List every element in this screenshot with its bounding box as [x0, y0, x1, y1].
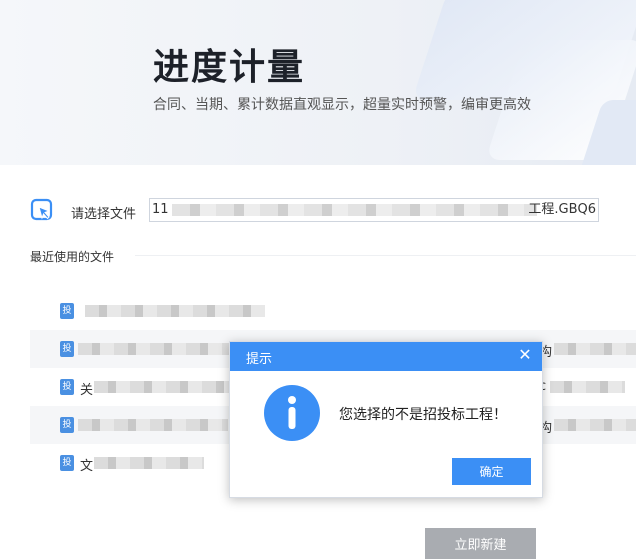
- page-title: 进度计量: [153, 47, 306, 88]
- dialog-message: 您选择的不是招投标工程！: [339, 407, 507, 423]
- close-icon[interactable]: ✕: [517, 347, 533, 363]
- redacted-filename: [554, 343, 636, 355]
- bid-file-icon: 投: [60, 341, 74, 357]
- redacted-path: [171, 203, 537, 216]
- alert-dialog: 提示 ✕ 您选择的不是招投标工程！ 确定: [229, 341, 543, 498]
- bid-file-icon: 投: [60, 417, 74, 433]
- redacted-filename: [78, 419, 228, 431]
- confirm-button[interactable]: 确定: [452, 458, 531, 485]
- redacted-filename: [554, 419, 636, 431]
- redacted-filename: [94, 457, 204, 469]
- page-subtitle: 合同、当期、累计数据直观显示，超量实时预警，编审更高效: [153, 97, 531, 113]
- recent-file-fragment: 文: [80, 459, 94, 474]
- recent-file-row[interactable]: 投: [30, 292, 636, 330]
- redacted-filename: [550, 381, 625, 393]
- redacted-filename: [85, 305, 265, 317]
- select-file-icon[interactable]: [30, 198, 54, 222]
- bid-file-icon: 投: [60, 455, 74, 471]
- file-path-input[interactable]: 11 工程.GBQ6: [149, 198, 599, 222]
- redacted-filename: [78, 343, 238, 355]
- hero-banner: 进度计量 合同、当期、累计数据直观显示，超量实时预警，编审更高效: [0, 0, 636, 165]
- file-path-suffix: 工程.GBQ6: [528, 202, 596, 217]
- create-new-button[interactable]: 立即新建: [425, 528, 536, 559]
- bid-file-icon: 投: [60, 379, 74, 395]
- select-file-label: 请选择文件: [71, 207, 137, 222]
- bid-file-icon: 投: [60, 303, 74, 319]
- file-path-prefix: 11: [152, 202, 169, 217]
- dialog-header: 提示 ✕: [230, 342, 542, 371]
- info-icon: [264, 385, 320, 441]
- redacted-filename: [94, 381, 234, 393]
- divider: [135, 255, 636, 256]
- dialog-title: 提示: [246, 352, 273, 367]
- recent-files-title: 最近使用的文件: [30, 250, 115, 264]
- recent-file-fragment: 关: [80, 383, 94, 398]
